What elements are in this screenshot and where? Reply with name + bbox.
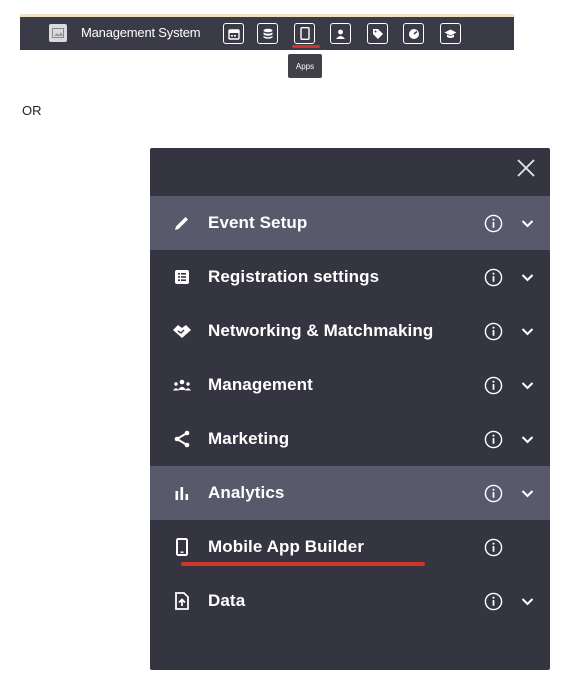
- menu-item-label: Management: [208, 375, 313, 394]
- chevron-down-icon[interactable]: [520, 594, 534, 608]
- database-icon: [263, 28, 272, 39]
- info-icon[interactable]: [483, 537, 503, 557]
- share-icon: [171, 428, 193, 450]
- menu-item-event-setup[interactable]: Event Setup: [150, 196, 550, 250]
- menu-item-label: Mobile App Builder: [208, 537, 365, 556]
- menu-item-label: Data: [208, 591, 246, 610]
- chevron-down-icon[interactable]: [520, 216, 534, 230]
- chevron-down-icon[interactable]: [520, 324, 534, 338]
- menu-item-label: Analytics: [208, 483, 285, 502]
- tag-button[interactable]: [367, 23, 388, 44]
- chevron-down-icon[interactable]: [520, 378, 534, 392]
- menu-item-networking-matchmaking[interactable]: Networking & Matchmaking: [150, 304, 550, 358]
- calendar-button[interactable]: [223, 23, 244, 44]
- info-icon[interactable]: [483, 375, 503, 395]
- active-underline: [181, 562, 425, 566]
- handshake-icon: [171, 320, 193, 342]
- apps-tooltip: Apps: [288, 54, 322, 78]
- pencil-icon: [171, 212, 193, 234]
- info-icon[interactable]: [483, 483, 503, 503]
- upload-file-icon: [171, 590, 193, 612]
- chevron-down-icon[interactable]: [520, 486, 534, 500]
- top-toolbar: Management System: [20, 17, 514, 50]
- info-icon[interactable]: [483, 213, 503, 233]
- menu-item-label: Marketing: [208, 429, 290, 448]
- users-button[interactable]: [330, 23, 351, 44]
- menu-list: Event Setup Registration settings Networ…: [150, 196, 550, 628]
- graduation-button[interactable]: [440, 23, 461, 44]
- database-button[interactable]: [257, 23, 278, 44]
- tag-icon: [372, 28, 383, 39]
- menu-item-management[interactable]: Management: [150, 358, 550, 412]
- chevron-down-icon[interactable]: [520, 270, 534, 284]
- app-title: Management System: [81, 25, 201, 40]
- app-logo-icon: [49, 24, 67, 42]
- chevron-down-icon[interactable]: [520, 432, 534, 446]
- users-icon: [336, 29, 345, 39]
- mobile-icon: [171, 536, 193, 558]
- apps-button[interactable]: [292, 23, 320, 48]
- bar-chart-icon: [171, 482, 193, 504]
- info-icon[interactable]: [483, 591, 503, 611]
- info-icon[interactable]: [483, 321, 503, 341]
- mobile-icon: [299, 27, 310, 40]
- close-icon: [517, 159, 535, 177]
- menu-item-analytics[interactable]: Analytics: [150, 466, 550, 520]
- gauge-icon: [408, 28, 419, 39]
- menu-item-label: Registration settings: [208, 267, 380, 286]
- info-icon[interactable]: [483, 267, 503, 287]
- graduation-cap-icon: [444, 29, 457, 38]
- menu-item-label: Networking & Matchmaking: [208, 321, 434, 340]
- menu-item-data[interactable]: Data: [150, 574, 550, 628]
- close-button[interactable]: [514, 156, 538, 180]
- menu-item-label: Event Setup: [208, 213, 308, 232]
- gauge-button[interactable]: [403, 23, 424, 44]
- menu-item-marketing[interactable]: Marketing: [150, 412, 550, 466]
- menu-item-registration-settings[interactable]: Registration settings: [150, 250, 550, 304]
- or-separator: OR: [22, 103, 42, 118]
- menu-item-mobile-app-builder[interactable]: Mobile App Builder: [150, 520, 550, 574]
- info-icon[interactable]: [483, 429, 503, 449]
- settings-menu-panel: Event Setup Registration settings Networ…: [150, 148, 550, 670]
- list-icon: [171, 266, 193, 288]
- people-icon: [171, 374, 193, 396]
- calendar-icon: [227, 28, 240, 40]
